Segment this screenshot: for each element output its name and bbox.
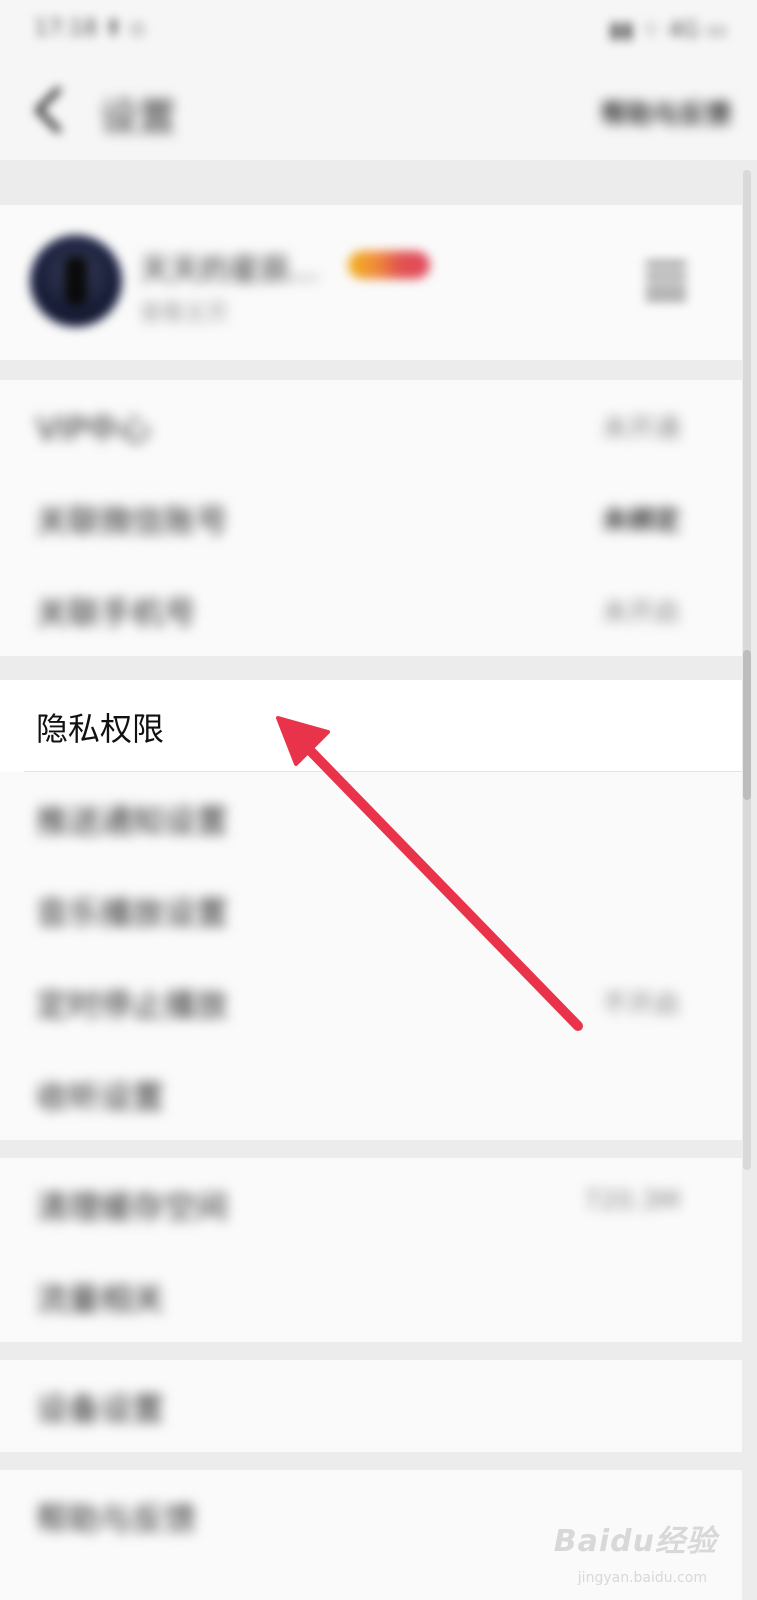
nav-bar: 设置 帮助与反馈 bbox=[0, 60, 757, 160]
list-item[interactable]: VIP中心 未开通 bbox=[0, 380, 742, 472]
row-value: 未绑定 bbox=[601, 506, 680, 536]
list-item[interactable]: 定时停止播放 不开启 bbox=[0, 956, 742, 1048]
status-bar: 17:18 ⬆ ▫ ▮▮ ⌔ 4G ▭ bbox=[0, 0, 757, 60]
watermark-url: jingyan.baidu.com bbox=[577, 1570, 707, 1586]
privacy-permissions-item[interactable]: 隐私权限 bbox=[0, 680, 742, 772]
row-value: 未开启 bbox=[601, 598, 680, 628]
list-item[interactable]: 音乐播放设置 bbox=[0, 864, 742, 956]
row-label: 清理缓存空间 bbox=[36, 1188, 229, 1226]
row-value: 不开启 bbox=[601, 990, 680, 1020]
playback-section: 推送通知设置 音乐播放设置 定时停止播放 不开启 收听设置 bbox=[0, 772, 742, 1140]
device-section: 设备设置 bbox=[0, 1360, 742, 1452]
row-label: 推送通知设置 bbox=[36, 802, 229, 840]
avatar[interactable] bbox=[30, 235, 122, 327]
list-item[interactable]: 关联微信账号 未绑定 bbox=[0, 472, 742, 564]
scrollbar-thumb[interactable] bbox=[743, 650, 751, 800]
row-label: 帮助与反馈 bbox=[36, 1500, 197, 1538]
row-value: 未开通 bbox=[601, 414, 680, 444]
status-indicators: ▮▮ ⌔ 4G ▭ bbox=[609, 18, 727, 43]
row-label: VIP中心 bbox=[36, 410, 151, 448]
row-label: 音乐播放设置 bbox=[36, 894, 229, 932]
row-label: 关联微信账号 bbox=[36, 502, 229, 540]
row-label: 关联手机号 bbox=[36, 594, 197, 632]
watermark-logo: Baidu经验 bbox=[553, 1524, 717, 1559]
help-feedback-link[interactable]: 帮助与反馈 bbox=[601, 94, 731, 131]
row-label: 设备设置 bbox=[36, 1390, 165, 1428]
row-label: 收听设置 bbox=[36, 1078, 165, 1116]
list-item[interactable]: 清理缓存空间 720.3M bbox=[0, 1158, 742, 1250]
storage-section: 清理缓存空间 720.3M 流量相关 bbox=[0, 1158, 742, 1342]
qr-code-icon[interactable] bbox=[644, 257, 688, 303]
vip-badge bbox=[348, 251, 430, 279]
list-item[interactable]: 推送通知设置 bbox=[0, 772, 742, 864]
row-value: 720.3M bbox=[583, 1186, 680, 1216]
privacy-permissions-label: 隐私权限 bbox=[36, 710, 165, 748]
status-time: 17:18 ⬆ ▫ bbox=[34, 16, 145, 41]
chevron-left-icon[interactable] bbox=[26, 82, 76, 138]
list-item[interactable]: 收听设置 bbox=[0, 1048, 742, 1140]
account-section: VIP中心 未开通 关联微信账号 未绑定 关联手机号 未开启 bbox=[0, 380, 742, 656]
list-item[interactable]: 关联手机号 未开启 bbox=[0, 564, 742, 656]
profile-name: 天天的星辰... bbox=[140, 253, 319, 288]
row-label: 流量相关 bbox=[36, 1280, 165, 1318]
list-item[interactable]: 流量相关 bbox=[0, 1250, 742, 1342]
list-item[interactable]: 设备设置 bbox=[0, 1360, 742, 1452]
profile-subtitle: 查看主页 bbox=[140, 301, 229, 326]
page-title: 设置 bbox=[100, 95, 177, 139]
row-label: 定时停止播放 bbox=[36, 986, 229, 1024]
profile-card[interactable]: 天天的星辰... 查看主页 bbox=[0, 205, 742, 360]
